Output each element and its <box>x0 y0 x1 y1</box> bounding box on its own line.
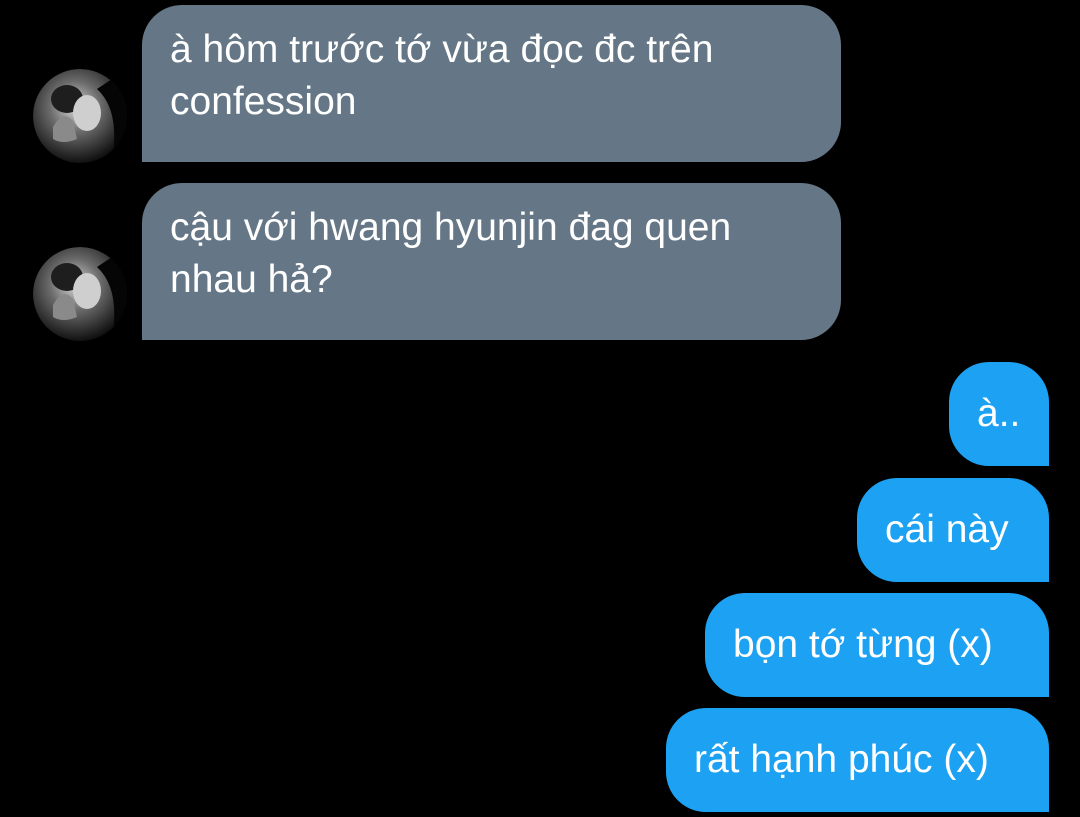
message-text-line: cậu với hwang hyunjin đag quen <box>170 206 732 249</box>
outgoing-message-bubble[interactable]: à.. <box>949 362 1049 466</box>
incoming-message-bubble[interactable]: à hôm trước tớ vừa đọc đc trên confessio… <box>142 5 841 162</box>
chat-thread: à hôm trước tớ vừa đọc đc trên confessio… <box>0 0 1080 817</box>
message-text: cái này <box>885 508 1009 551</box>
outgoing-message-bubble[interactable]: cái này <box>857 478 1049 582</box>
contact-avatar-icon <box>33 69 127 163</box>
message-text: à.. <box>977 392 1021 435</box>
contact-avatar[interactable] <box>33 247 127 341</box>
message-text-line: nhau hả? <box>170 258 333 301</box>
message-text: rất hạnh phúc (x) <box>694 738 989 781</box>
contact-avatar-icon <box>33 247 127 341</box>
contact-avatar[interactable] <box>33 69 127 163</box>
outgoing-message-bubble[interactable]: bọn tớ từng (x) <box>705 593 1049 697</box>
message-text-line: à hôm trước tớ vừa đọc đc trên <box>170 28 714 71</box>
outgoing-message-bubble[interactable]: rất hạnh phúc (x) <box>666 708 1049 812</box>
message-text: bọn tớ từng (x) <box>733 623 993 666</box>
incoming-message-bubble[interactable]: cậu với hwang hyunjin đag quen nhau hả? <box>142 183 841 340</box>
message-text-line: confession <box>170 80 357 123</box>
